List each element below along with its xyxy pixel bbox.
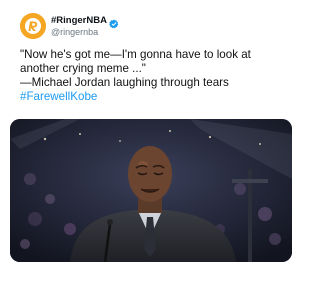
tweet-header: #RingerNBA @ringernba — [20, 13, 290, 41]
verified-badge-icon — [109, 16, 119, 28]
tweet-attribution: —Michael Jordan laughing through tears — [20, 76, 229, 89]
man-at-podium-photo — [10, 119, 292, 262]
account-handle[interactable]: @ringernba — [51, 27, 119, 38]
ringer-logo-icon[interactable] — [20, 13, 46, 39]
display-name[interactable]: #RingerNBA — [51, 15, 107, 26]
tweet-card: #RingerNBA @ringernba "Now he's got me—I… — [0, 0, 300, 300]
account-names: #RingerNBA @ringernba — [51, 15, 119, 38]
tweet-quote: "Now he's got me—I'm gonna have to look … — [20, 48, 251, 75]
tweet-text: "Now he's got me—I'm gonna have to look … — [20, 48, 292, 104]
tweet-photo[interactable] — [10, 119, 292, 262]
hashtag-link[interactable]: #FarewellKobe — [20, 90, 97, 103]
